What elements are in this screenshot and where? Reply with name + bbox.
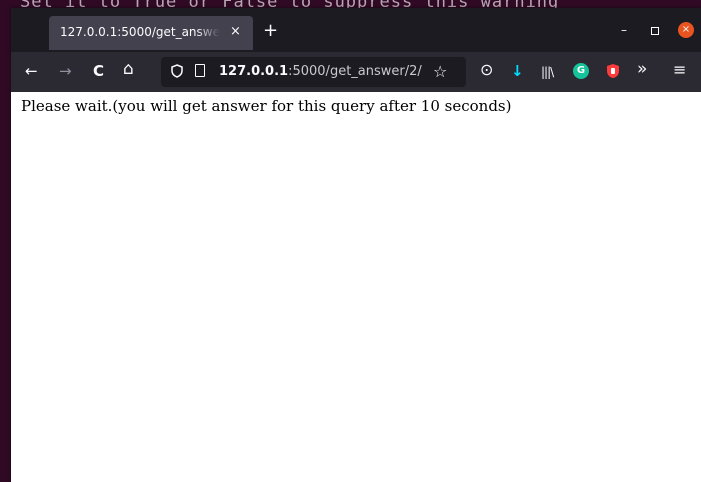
home-button[interactable]: ⌂ xyxy=(123,60,134,78)
minimize-button[interactable]: – xyxy=(621,23,627,37)
page-content: Please wait.(you will get answer for thi… xyxy=(11,92,701,482)
reload-button[interactable]: C xyxy=(93,62,104,80)
back-button[interactable]: ← xyxy=(25,62,38,80)
tab-title: 127.0.0.1:5000/get_answer/2/ xyxy=(60,25,220,39)
maximize-button[interactable] xyxy=(651,27,659,35)
grammarly-extension-icon[interactable]: G xyxy=(573,63,589,79)
stop-hand-icon xyxy=(607,64,619,78)
page-info-icon[interactable] xyxy=(195,64,205,77)
tab-close-icon[interactable]: × xyxy=(230,24,241,40)
navigation-toolbar: ← → C ⌂ 127.0.0.1:5000/get_answer/2/ ☆ ⊙… xyxy=(11,52,701,92)
hamburger-menu-icon[interactable]: ≡ xyxy=(673,61,686,79)
tracking-protection-shield-icon[interactable] xyxy=(171,64,183,78)
new-tab-button[interactable]: + xyxy=(263,22,278,40)
url-text[interactable]: 127.0.0.1:5000/get_answer/2/ xyxy=(219,64,422,79)
url-bar[interactable]: 127.0.0.1:5000/get_answer/2/ ☆ xyxy=(161,57,466,87)
tab-bar: 127.0.0.1:5000/get_answer/2/ × + – × xyxy=(11,8,701,52)
url-host: 127.0.0.1 xyxy=(219,64,289,79)
ublock-extension-icon[interactable] xyxy=(605,63,621,79)
library-icon[interactable]: |||\ xyxy=(541,63,554,81)
pocket-icon[interactable]: ⊙ xyxy=(480,61,493,79)
forward-button[interactable]: → xyxy=(59,62,72,80)
downloads-icon[interactable]: ↓ xyxy=(511,62,524,80)
overflow-menu-icon[interactable]: » xyxy=(637,60,647,78)
browser-window: 127.0.0.1:5000/get_answer/2/ × + – × ← →… xyxy=(11,8,701,482)
url-path: :5000/get_answer/2/ xyxy=(288,64,422,79)
tab-active[interactable]: 127.0.0.1:5000/get_answer/2/ × xyxy=(49,16,253,50)
bookmark-star-icon[interactable]: ☆ xyxy=(433,62,447,81)
close-window-button[interactable]: × xyxy=(678,22,694,38)
wait-message: Please wait.(you will get answer for thi… xyxy=(21,97,512,115)
